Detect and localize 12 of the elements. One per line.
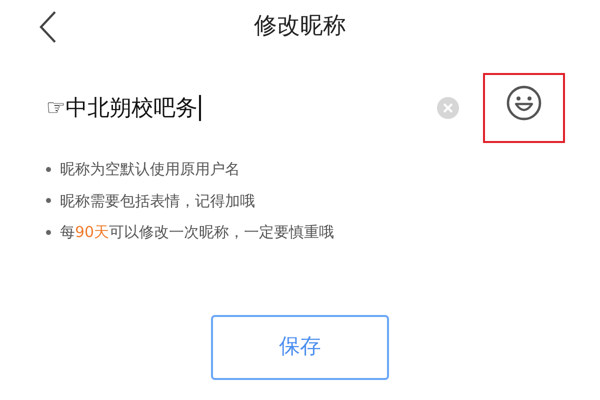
tip-text: 每90天可以修改一次昵称，一定要慎重哦 <box>60 222 334 243</box>
bullet-icon <box>46 230 51 235</box>
tip-text: 昵称为空默认使用原用户名 <box>60 159 240 180</box>
emoji-button[interactable] <box>483 73 565 143</box>
bullet-icon <box>46 166 51 172</box>
close-icon <box>443 103 453 113</box>
tip-text: 昵称需要包括表情，记得加哦 <box>60 190 255 212</box>
nickname-field[interactable]: ☞中北朔校吧务 <box>46 92 437 124</box>
back-icon <box>39 11 57 43</box>
smiley-icon <box>506 85 542 121</box>
bullet-icon <box>46 198 51 204</box>
page-title: 修改昵称 <box>254 12 346 41</box>
